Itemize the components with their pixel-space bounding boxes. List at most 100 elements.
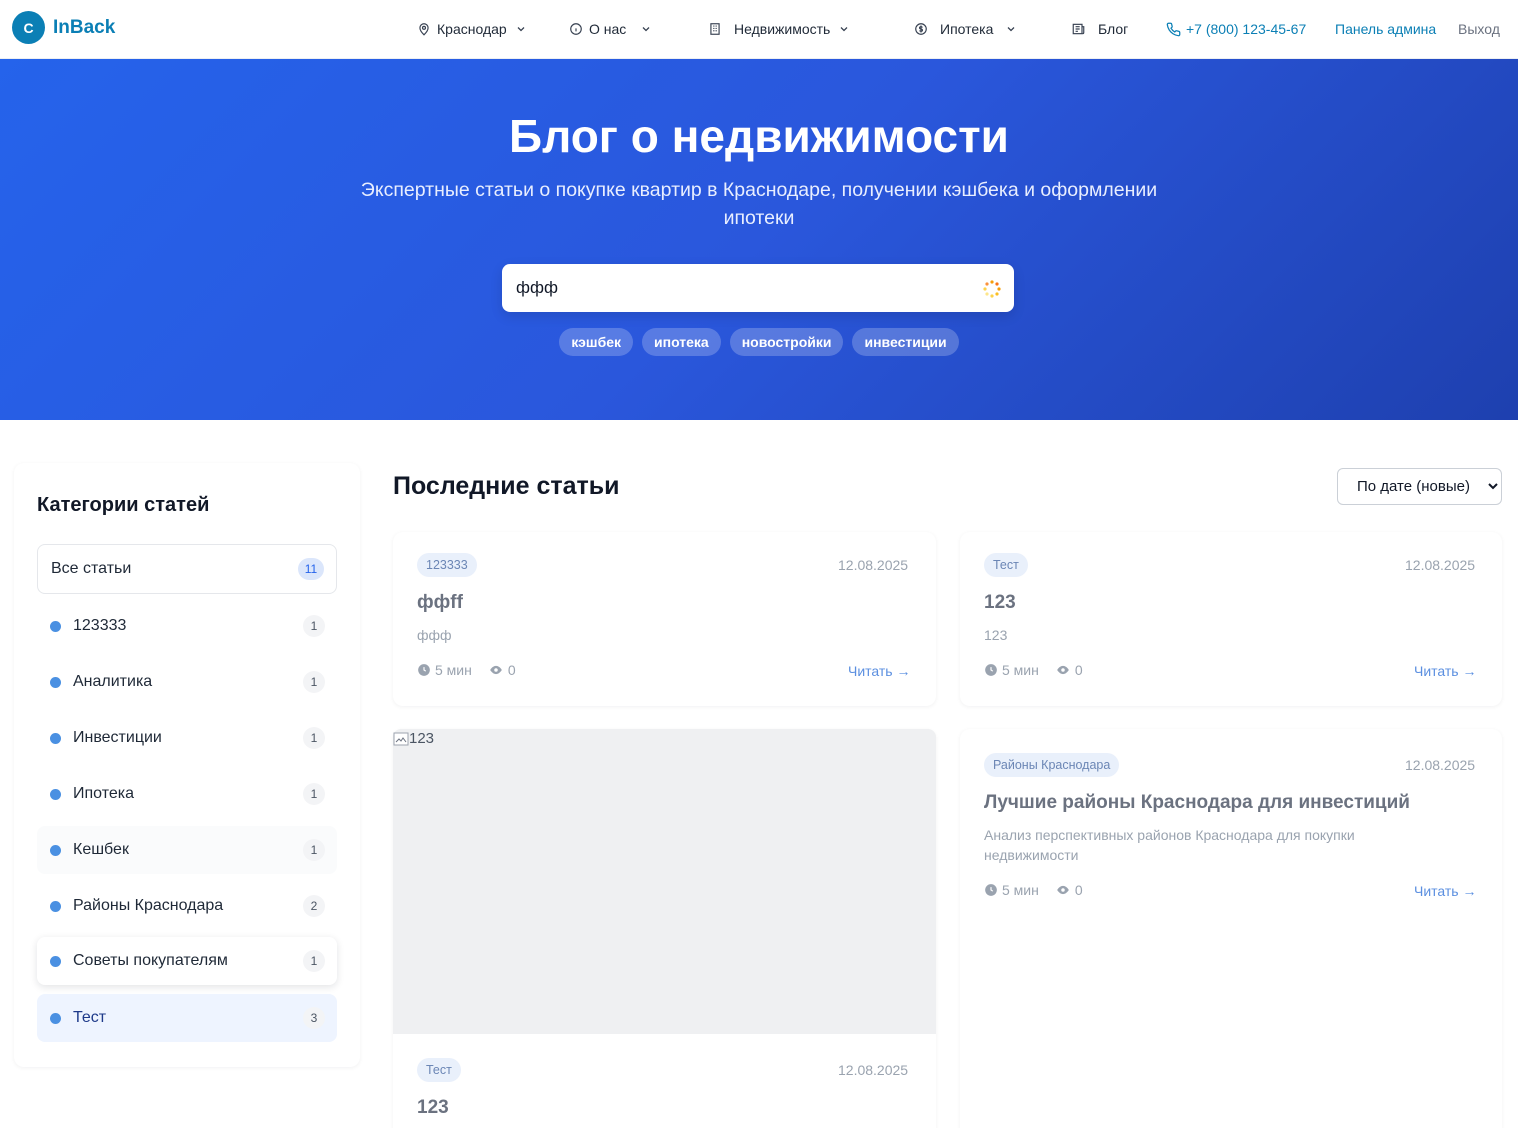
category-item[interactable]: Районы Краснодара 2 [37,882,337,930]
chevron-down-icon [517,27,525,32]
article-meta: 5 мин 0 [984,882,1083,898]
category-dot-icon [50,955,61,967]
read-more-link[interactable]: Читать → [1414,883,1476,899]
nav-mortgage-label: Ипотека [940,21,994,37]
read-time: 5 мин [1002,662,1039,678]
search-box [502,264,1014,312]
article-excerpt: Анализ перспективных районов Краснодара … [984,827,1355,863]
phone-icon [1166,22,1181,36]
article-title[interactable]: Лучшие районы Краснодара для инвестиций [984,792,1484,814]
nav-realty-label: Недвижимость [734,21,831,37]
nav-realty[interactable]: Недвижимость [708,18,850,40]
search-suggestions: кэшбек ипотека новостройки инвестиции [0,328,1518,356]
category-count-badge: 3 [303,1007,325,1029]
logo-text: InBack [53,16,116,38]
nav-city[interactable]: Краснодар [417,18,527,40]
view-count: 0 [507,662,516,678]
chip-mortgage[interactable]: ипотека [642,328,721,356]
category-all[interactable]: Все статьи 11 [37,544,337,594]
article-title[interactable]: 123 [984,592,1016,614]
article-title[interactable]: 123 [417,1097,449,1119]
category-dot-icon [50,1012,61,1024]
article-tag[interactable]: Тест [417,1058,461,1082]
search-input[interactable] [516,264,966,312]
chevron-down-icon [840,27,848,32]
category-item[interactable]: Ипотека 1 [37,770,337,818]
article-card[interactable] [960,729,1502,1128]
category-count-badge: 11 [298,558,324,580]
phone-link[interactable]: +7 (800) 123-45-67 [1166,18,1306,40]
category-dot-icon [50,676,61,688]
category-item[interactable]: Кешбек 1 [37,826,337,874]
nav-about-label: О нас [589,21,627,37]
nav-blog-label: Блог [1098,21,1129,37]
map-pin-icon [419,23,429,36]
articles-title: Последние статьи [393,472,620,500]
info-icon [570,23,582,35]
category-item-active[interactable]: Тест 3 [37,994,337,1042]
article-tag[interactable]: 123333 [417,553,477,577]
read-time: 5 мин [435,662,472,678]
category-count-badge: 2 [303,895,325,917]
category-count-badge: 1 [303,671,325,693]
logout-link[interactable]: Выход [1458,18,1500,40]
phone-number: +7 (800) 123-45-67 [1186,21,1307,37]
view-count: 0 [1074,662,1083,678]
category-label: 123333 [73,617,127,634]
category-item[interactable]: Аналитика 1 [37,658,337,706]
category-dot-icon [50,620,61,632]
building-icon [710,23,720,35]
category-dot-icon [50,900,61,912]
category-label: Тест [73,1009,107,1026]
site-header: C InBack Краснодар О нас Недвижимость Ип… [0,0,1518,59]
article-excerpt: 123 [984,627,1008,643]
hero-title: Блог о недвижимости [509,110,1009,162]
category-dot-icon [50,732,61,744]
category-label: Районы Краснодара [73,897,224,914]
chevron-down-icon [642,27,650,32]
read-more-link[interactable]: Читать → [848,663,910,679]
read-time: 5 мин [1002,882,1039,898]
clock-icon [418,664,430,676]
logo[interactable]: C InBack [12,11,115,44]
chip-investments[interactable]: инвестиции [852,328,959,356]
category-item[interactable]: 123333 1 [37,602,337,650]
image-alt-text: 123 [409,730,435,747]
article-date: 12.08.2025 [1405,557,1476,573]
category-count-badge: 1 [303,727,325,749]
loading-spinner-icon [983,280,1001,298]
category-count-badge: 1 [303,615,325,637]
category-label: Ипотека [73,785,135,802]
chip-cashback[interactable]: кэшбек [559,328,634,356]
view-count: 0 [1074,882,1083,898]
eye-icon [490,665,502,675]
nav-about[interactable]: О нас [569,18,652,40]
nav-mortgage[interactable]: Ипотека [914,18,1017,40]
category-count-badge: 1 [303,783,325,805]
category-dot-icon [50,788,61,800]
logo-mark: C [12,11,45,44]
category-label: Советы покупателям [73,952,228,969]
read-more-link[interactable]: Читать → [1414,663,1476,679]
article-image[interactable] [393,729,936,1034]
nav-blog[interactable]: Блог [1071,18,1128,40]
category-label: Инвестиции [73,729,162,746]
article-title[interactable]: ффff [417,592,463,614]
category-item[interactable]: Инвестиции 1 [37,714,337,762]
article-tag[interactable]: Районы Краснодара [984,753,1120,777]
category-dot-icon [50,844,61,856]
category-label: Кешбек [73,841,129,858]
category-count-badge: 1 [303,950,325,972]
sort-select[interactable]: По дате (новые) [1337,468,1502,505]
article-date: 12.08.2025 [838,557,909,573]
clock-icon [985,884,997,896]
article-tag[interactable]: Тест [984,553,1028,577]
article-meta: 5 мин 0 [417,662,516,678]
admin-panel-link[interactable]: Панель админа [1335,18,1436,40]
category-item[interactable]: Советы покупателям 1 [37,937,337,985]
dollar-circle-icon [915,23,927,35]
nav-city-label: Краснодар [437,21,507,37]
article-date: 12.08.2025 [838,1062,909,1078]
broken-image-alt: 123 [393,730,434,747]
chip-new-buildings[interactable]: новостройки [729,328,844,356]
